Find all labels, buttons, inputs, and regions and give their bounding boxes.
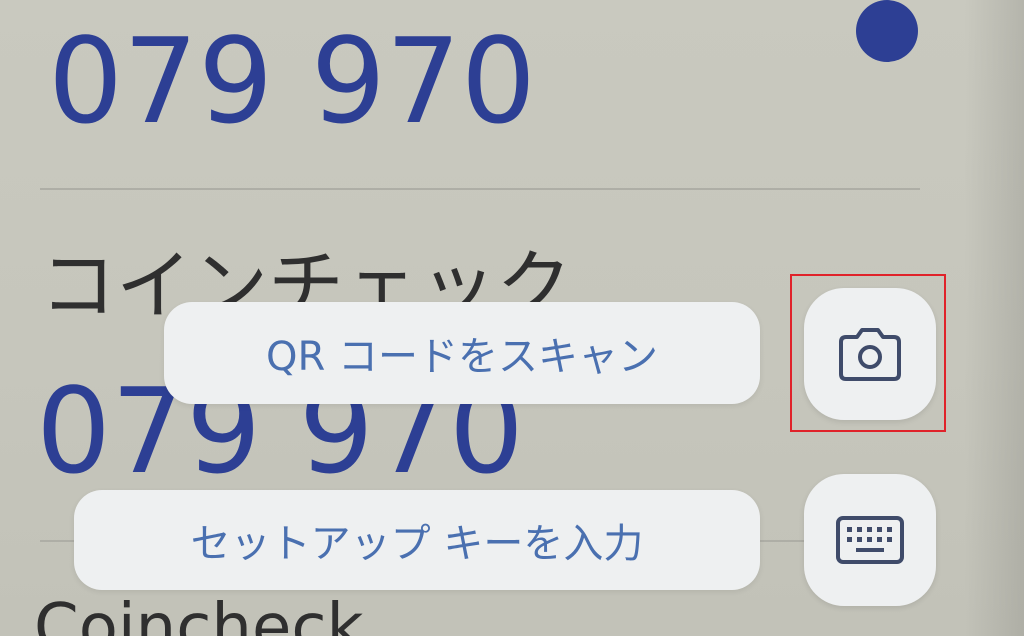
scan-qr-label: QR コードをスキャン: [266, 334, 658, 380]
scan-qr-label-button[interactable]: QR コードをスキャン: [164, 302, 760, 404]
setup-key-label-button[interactable]: セットアップ キーを入力: [74, 490, 760, 590]
keyboard-icon: [836, 516, 904, 564]
otp-code[interactable]: 079 970: [48, 22, 536, 140]
countdown-indicator: [856, 0, 918, 62]
account-issuer: Coincheck: [34, 591, 364, 636]
camera-icon: [839, 328, 901, 381]
background-shade: [964, 0, 1024, 636]
enter-setup-key-button[interactable]: [804, 474, 936, 606]
setup-key-label: セットアップ キーを入力: [190, 521, 644, 567]
authenticator-screen: 079 970 コインチェック 079 970 Coincheck QR コード…: [0, 0, 1024, 636]
scan-qr-button[interactable]: [804, 288, 936, 420]
divider: [40, 188, 920, 190]
